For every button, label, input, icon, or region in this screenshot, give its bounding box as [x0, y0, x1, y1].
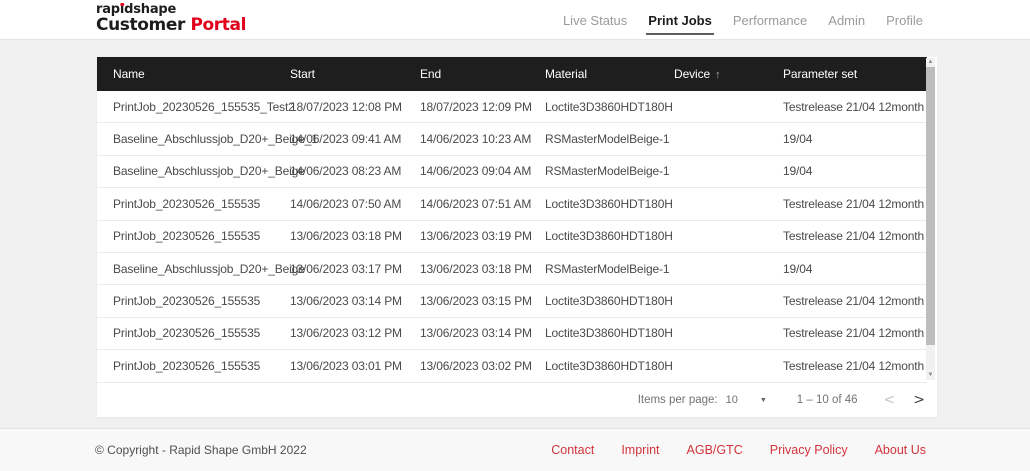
nav-item-live-status[interactable]: Live Status	[561, 13, 629, 28]
cell-end: 13/06/2023 03:14 PM	[420, 326, 532, 341]
table-header-row: Name Start End Material Device ↑ Paramete…	[97, 57, 927, 91]
table-body: PrintJob_20230526_155535_Test2 18/07/202…	[97, 91, 927, 383]
scrollbar-thumb[interactable]	[926, 67, 935, 345]
table-row[interactable]: PrintJob_20230526_155535 13/06/2023 03:1…	[97, 285, 927, 318]
table-row[interactable]: PrintJob_20230526_155535_Test2 18/07/202…	[97, 91, 927, 124]
cell-start: 18/07/2023 12:08 PM	[290, 99, 402, 114]
table-row[interactable]: Baseline_Abschlussjob_D20+_Beige_1 14/06…	[97, 123, 927, 156]
scrollbar-up-icon[interactable]: ▲	[926, 58, 935, 67]
column-header-parameter-set[interactable]: Parameter set	[783, 67, 927, 81]
cell-parameter-set: Testrelease 21/04 12month	[783, 196, 925, 211]
cell-material: Loctite3D3860HDT180H	[545, 99, 673, 114]
cell-material: Loctite3D3860HDT180H	[545, 294, 673, 309]
cell-end: 14/06/2023 09:04 AM	[420, 164, 532, 179]
table-row[interactable]: PrintJob_20230526_155535 13/06/2023 03:1…	[97, 317, 927, 351]
next-page-button[interactable]: >	[913, 392, 925, 408]
footer-link-agb-gtc[interactable]: AGB/GTC	[687, 443, 743, 457]
footer-links: Contact Imprint AGB/GTC Privacy Policy A…	[551, 443, 1030, 457]
brand-logo-portal-red: Portal	[190, 15, 247, 36]
cell-end: 13/06/2023 03:18 PM	[420, 261, 532, 276]
cell-parameter-set: Testrelease 21/04 12month	[783, 229, 925, 244]
cell-parameter-set: 19/04	[783, 132, 813, 147]
table-row[interactable]: Baseline_Abschlussjob_D20+_Beige 14/06/2…	[97, 155, 927, 189]
cell-name: Baseline_Abschlussjob_D20+_Beige	[113, 164, 305, 179]
dropdown-arrow-icon: ▼	[759, 396, 767, 404]
app-header: rapidshape Customer Portal Live Status P…	[0, 0, 1030, 40]
cell-parameter-set: Testrelease 21/04 12month	[783, 326, 925, 341]
cell-end: 14/06/2023 10:23 AM	[420, 132, 532, 147]
cell-material: Loctite3D3860HDT180H	[545, 358, 673, 373]
cell-parameter-set: Testrelease 21/04 12month	[783, 99, 925, 114]
cell-start: 13/06/2023 03:14 PM	[290, 294, 402, 309]
items-per-page-value: 10	[725, 394, 738, 406]
items-per-page-select[interactable]: 10 ▼	[726, 394, 767, 406]
cell-parameter-set: Testrelease 21/04 12month	[783, 358, 925, 373]
items-per-page-label: Items per page:	[637, 394, 718, 406]
cell-name: PrintJob_20230526_155535	[113, 326, 261, 341]
cell-parameter-set: 19/04	[783, 164, 813, 179]
table-row[interactable]: Baseline_Abschlussjob_D20+_Beige 13/06/2…	[97, 252, 927, 286]
column-header-start[interactable]: Start	[290, 67, 420, 81]
sort-asc-icon: ↑	[715, 69, 721, 81]
cell-start: 13/06/2023 03:18 PM	[290, 229, 402, 244]
nav-item-performance[interactable]: Performance	[731, 13, 809, 28]
brand-logo-line2: Customer Portal	[96, 15, 247, 36]
brand-logo[interactable]: rapidshape Customer Portal	[96, 2, 247, 36]
cell-start: 13/06/2023 03:17 PM	[290, 261, 402, 276]
cell-name: PrintJob_20230526_155535	[113, 196, 261, 211]
cell-material: Loctite3D3860HDT180H	[545, 326, 673, 341]
column-header-name[interactable]: Name	[97, 67, 290, 81]
cell-parameter-set: 19/04	[783, 261, 813, 276]
footer-link-privacy-policy[interactable]: Privacy Policy	[770, 443, 848, 457]
cell-start: 13/06/2023 03:12 PM	[290, 326, 402, 341]
cell-name: PrintJob_20230526_155535_Test2	[113, 99, 295, 114]
app-footer: © Copyright - Rapid Shape GmbH 2022 Cont…	[0, 428, 1030, 471]
cell-material: Loctite3D3860HDT180H	[545, 196, 673, 211]
column-header-device[interactable]: Device ↑	[674, 67, 783, 81]
copyright-text: © Copyright - Rapid Shape GmbH 2022	[95, 443, 307, 457]
cell-name: PrintJob_20230526_155535	[113, 294, 261, 309]
column-header-end[interactable]: End	[420, 67, 545, 81]
cell-material: Loctite3D3860HDT180H	[545, 229, 673, 244]
nav-item-profile[interactable]: Profile	[884, 13, 925, 28]
footer-link-about-us[interactable]: About Us	[875, 443, 926, 457]
column-header-material[interactable]: Material	[545, 67, 674, 81]
cell-material: RSMasterModelBeige-1	[545, 164, 670, 179]
paginator: Items per page: 10 ▼ 1 – 10 of 46 < >	[97, 383, 937, 417]
cell-end: 13/06/2023 03:02 PM	[420, 358, 532, 373]
cell-material: RSMasterModelBeige-1	[545, 132, 670, 147]
print-jobs-card: Name Start End Material Device ↑ Paramete…	[97, 57, 937, 417]
previous-page-button[interactable]: <	[884, 392, 896, 408]
table-scrollbar[interactable]: ▲ ▼	[926, 58, 935, 380]
cell-start: 14/06/2023 09:41 AM	[290, 132, 402, 147]
cell-name: PrintJob_20230526_155535	[113, 229, 261, 244]
paginator-range-label: 1 – 10 of 46	[796, 394, 858, 406]
cell-start: 14/06/2023 08:23 AM	[290, 164, 402, 179]
footer-link-imprint[interactable]: Imprint	[621, 443, 659, 457]
scrollbar-down-icon[interactable]: ▼	[926, 371, 935, 380]
cell-end: 13/06/2023 03:19 PM	[420, 229, 532, 244]
cell-name: Baseline_Abschlussjob_D20+_Beige_1	[113, 132, 318, 147]
cell-start: 13/06/2023 03:01 PM	[290, 358, 402, 373]
nav-item-print-jobs[interactable]: Print Jobs	[646, 13, 714, 35]
table-row[interactable]: PrintJob_20230526_155535 13/06/2023 03:0…	[97, 350, 927, 383]
cell-end: 14/06/2023 07:51 AM	[420, 196, 532, 211]
cell-name: Baseline_Abschlussjob_D20+_Beige	[113, 261, 305, 276]
cell-start: 14/06/2023 07:50 AM	[290, 196, 402, 211]
logo-i-red-dot: i	[119, 2, 125, 17]
footer-link-contact[interactable]: Contact	[551, 443, 594, 457]
table-row[interactable]: PrintJob_20230526_155535 13/06/2023 03:1…	[97, 220, 927, 253]
table-row[interactable]: PrintJob_20230526_155535 14/06/2023 07:5…	[97, 188, 927, 221]
cell-material: RSMasterModelBeige-1	[545, 261, 670, 276]
nav-item-admin[interactable]: Admin	[826, 13, 867, 28]
cell-parameter-set: Testrelease 21/04 12month	[783, 294, 925, 309]
cell-end: 18/07/2023 12:09 PM	[420, 99, 532, 114]
main-nav: Live Status Print Jobs Performance Admin…	[561, 0, 925, 40]
cell-name: PrintJob_20230526_155535	[113, 358, 261, 373]
cell-end: 13/06/2023 03:15 PM	[420, 294, 532, 309]
